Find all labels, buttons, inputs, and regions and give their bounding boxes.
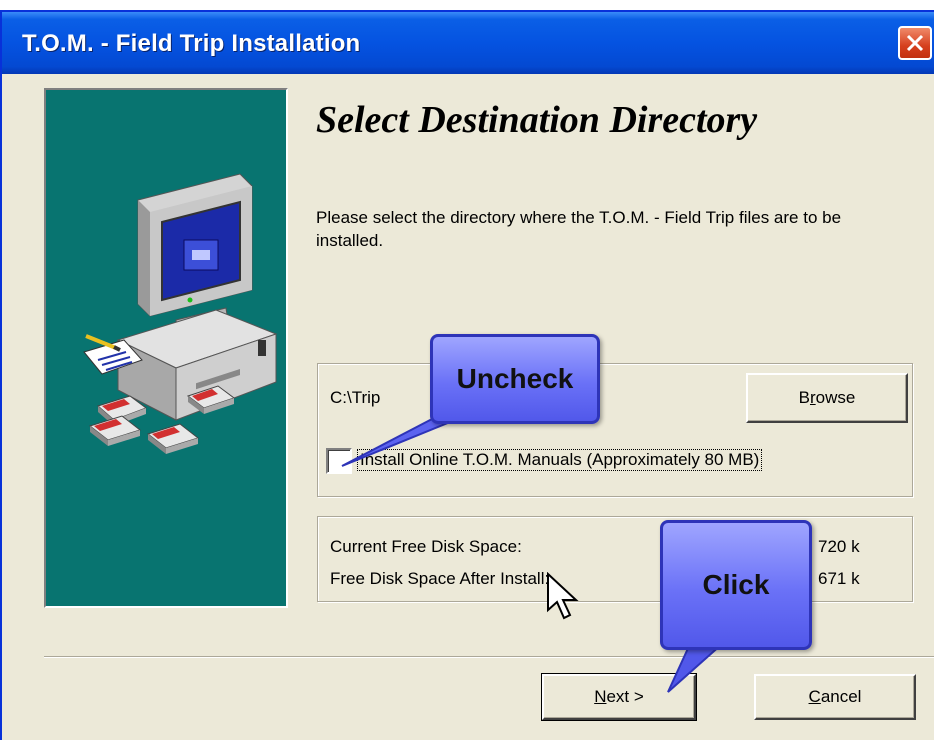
click-callout: Click: [660, 520, 812, 650]
instructions-text: Please select the directory where the T.…: [316, 208, 842, 250]
disk-space-group: [317, 516, 913, 602]
computer-illustration-icon: [83, 173, 278, 454]
cancel-button-label: Cancel: [808, 687, 862, 706]
cancel-button[interactable]: Cancel: [754, 674, 916, 720]
title-bar[interactable]: T.O.M. - Field Trip Installation: [2, 12, 934, 74]
browse-button-label: Browse: [798, 388, 856, 407]
click-callout-text: Click: [702, 569, 770, 600]
wizard-side-panel: [44, 88, 288, 608]
close-icon: [906, 34, 924, 52]
current-free-space-label: Current Free Disk Space:: [330, 537, 522, 556]
mouse-cursor-icon: [547, 572, 579, 620]
free-space-after-label: Free Disk Space After Install:: [330, 569, 550, 588]
click-callout-pointer: [667, 643, 725, 693]
uncheck-callout-pointer: [341, 417, 461, 467]
close-button[interactable]: [898, 26, 932, 60]
uncheck-callout: Uncheck: [430, 334, 600, 424]
footer-separator: [44, 656, 934, 658]
browse-button[interactable]: Browse: [746, 373, 908, 423]
window-title: T.O.M. - Field Trip Installation: [22, 30, 361, 57]
page-heading: Select Destination Directory: [316, 99, 758, 141]
destination-path: C:\Trip: [330, 388, 381, 407]
next-button-label: Next >: [594, 687, 644, 706]
uncheck-callout-text: Uncheck: [456, 363, 574, 394]
free-space-after-value: 671 k: [818, 569, 860, 588]
current-free-space-value: 720 k: [818, 537, 860, 556]
